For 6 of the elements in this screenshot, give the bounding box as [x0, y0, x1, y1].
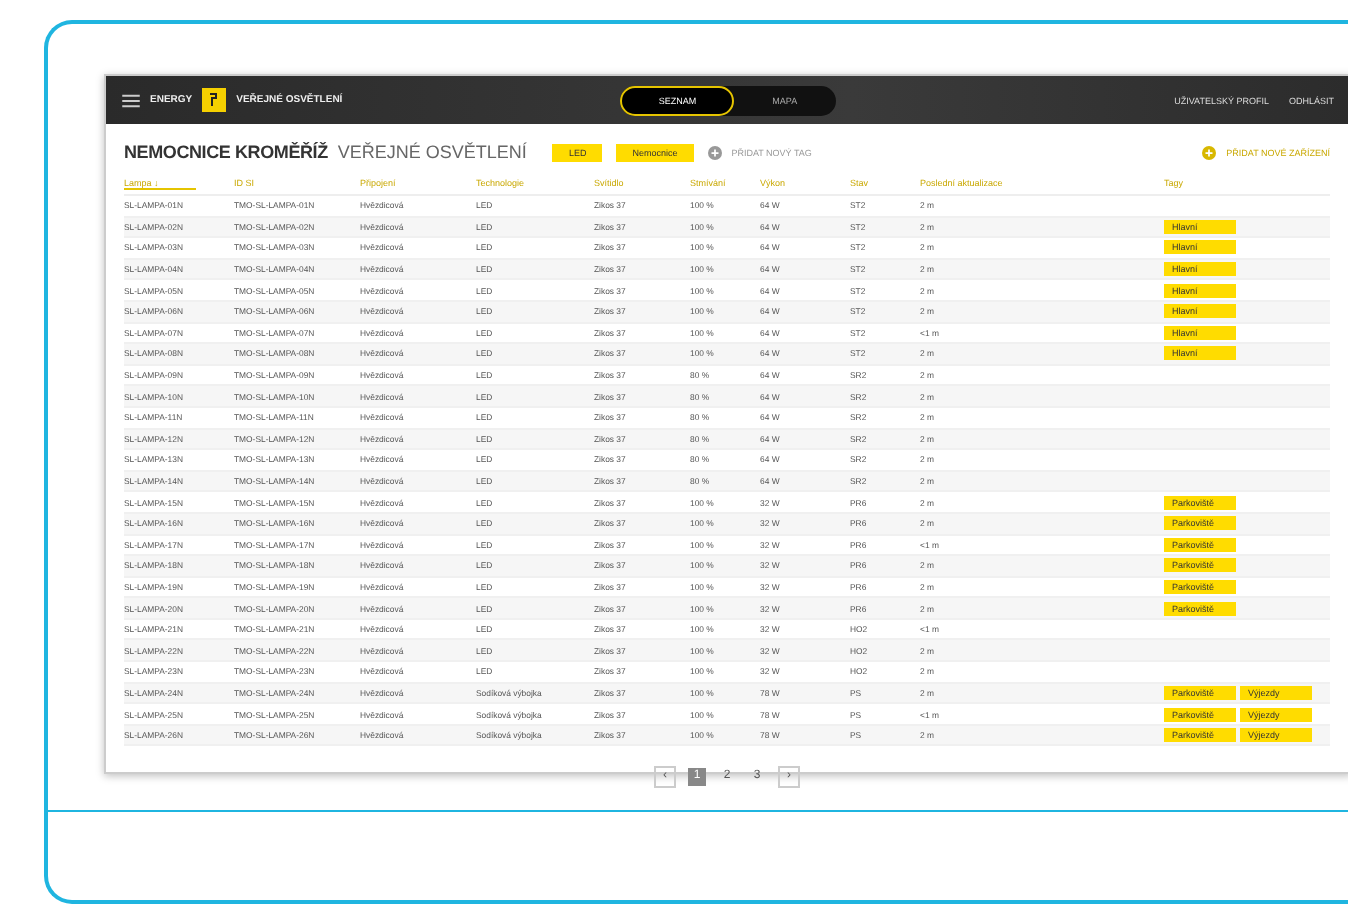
add-icon[interactable]: [707, 145, 722, 159]
add-icon[interactable]: [1202, 145, 1217, 159]
page-title: NEMOCNICE KROMĚŘÍŽ: [124, 142, 328, 162]
page-subtitle: VEŘEJNÉ OSVĚTLENÍ: [337, 142, 527, 162]
menu-icon[interactable]: [122, 93, 140, 107]
lamp-icon: [202, 88, 227, 112]
